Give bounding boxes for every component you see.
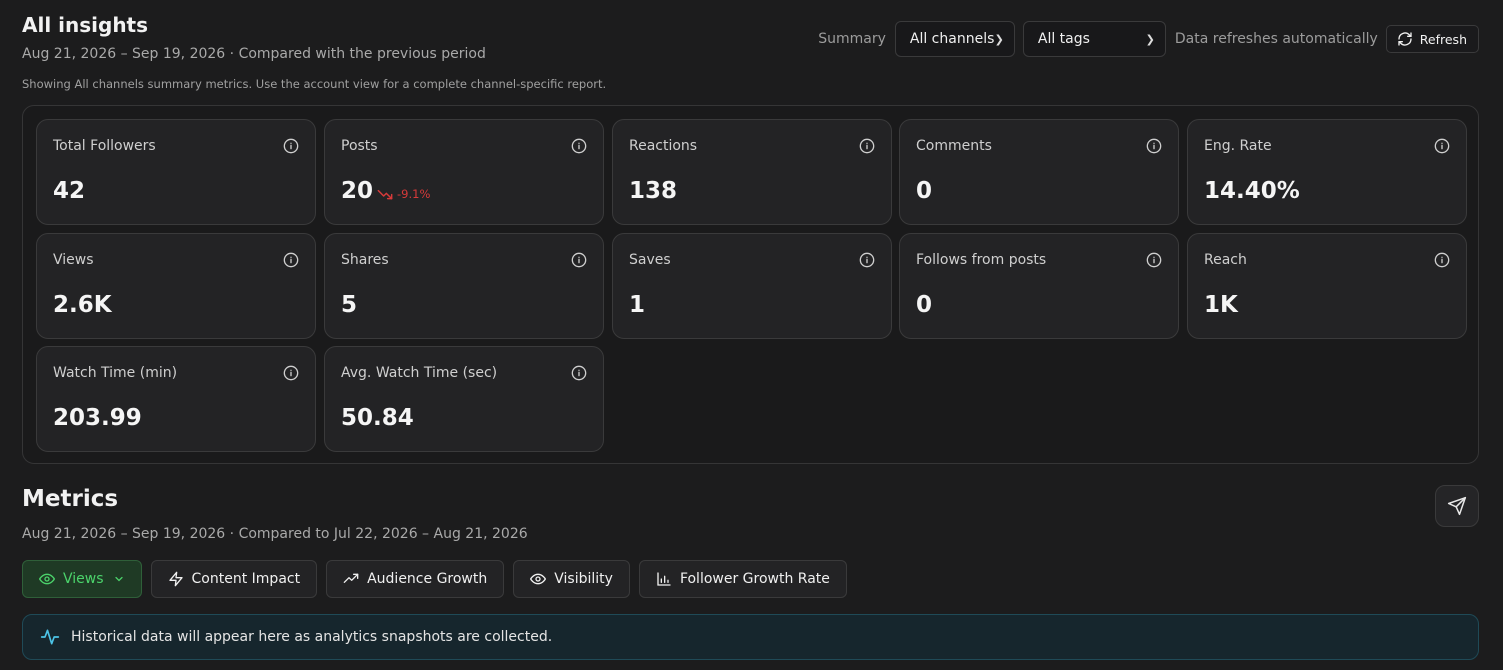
metrics-tabs: Views Content Impact Audience Growth Vis… (22, 560, 856, 598)
chevron-down-icon (114, 576, 123, 582)
delta-badge: -9.1% (377, 187, 430, 201)
card-label: Watch Time (min) (53, 365, 178, 381)
card-label: Reactions (629, 138, 698, 154)
card-value: 20 (341, 178, 374, 204)
card-posts: Posts 20 -9.1% (324, 119, 604, 225)
summary-note: Showing All channels summary metrics. Us… (22, 77, 607, 91)
info-icon[interactable] (283, 138, 299, 154)
summary-panel: Total Followers 42 Posts 20 -9.1% Reacti… (22, 105, 1479, 464)
refresh-button[interactable]: Refresh (1385, 25, 1479, 53)
chevron-down-icon: ❯ (1145, 32, 1155, 46)
send-button[interactable] (1435, 485, 1479, 527)
metrics-date-range: Aug 21, 2026 – Sep 19, 2026 · Compared t… (22, 526, 528, 542)
info-icon[interactable] (283, 365, 299, 381)
tab-visibility[interactable]: Visibility (513, 560, 630, 598)
tab-label: Visibility (554, 571, 613, 587)
info-icon[interactable] (571, 138, 587, 154)
card-total-followers: Total Followers 42 (36, 119, 316, 225)
card-label: Follows from posts (916, 252, 1047, 268)
card-label: Comments (916, 138, 992, 154)
eye-icon (530, 573, 547, 585)
tab-content-impact[interactable]: Content Impact (150, 560, 318, 598)
tab-label: Content Impact (191, 571, 301, 587)
card-value: 203.99 (53, 405, 142, 431)
card-value: 14.40% (1204, 178, 1300, 204)
card-value: 2.6K (53, 292, 112, 318)
lightning-icon (168, 571, 183, 587)
tab-audience-growth[interactable]: Audience Growth (326, 560, 505, 598)
send-icon (1447, 496, 1467, 516)
banner-text: Historical data will appear here as anal… (71, 629, 553, 645)
card-comments: Comments 0 (899, 119, 1179, 225)
tab-label: Views (63, 571, 104, 587)
metrics-title: Metrics (22, 486, 119, 512)
info-icon[interactable] (571, 252, 587, 268)
header-controls: Summary All channels ❯ All tags ❯ Data r… (818, 21, 1479, 57)
channel-select-value: All channels (909, 31, 995, 47)
card-value: 0 (916, 178, 933, 204)
refresh-icon (1398, 32, 1412, 46)
info-icon[interactable] (859, 138, 875, 154)
info-icon[interactable] (571, 365, 587, 381)
card-saves: Saves 1 (612, 233, 892, 339)
date-range-subtitle: Aug 21, 2026 – Sep 19, 2026 · Compared w… (22, 46, 486, 62)
trending-up-icon (343, 573, 359, 583)
card-eng-rate: Eng. Rate 14.40% (1187, 119, 1467, 225)
info-icon[interactable] (1434, 252, 1450, 268)
card-label: Shares (341, 252, 389, 268)
bar-chart-icon (657, 572, 671, 586)
card-value: 0 (916, 292, 933, 318)
card-value: 5 (341, 292, 358, 318)
card-label: Views (53, 252, 94, 268)
tab-views[interactable]: Views (22, 560, 142, 598)
card-watch-time: Watch Time (min) 203.99 (36, 346, 316, 452)
historical-data-banner: Historical data will appear here as anal… (22, 614, 1479, 660)
chevron-down-icon: ❯ (994, 32, 1004, 46)
tab-label: Follower Growth Rate (679, 571, 830, 587)
card-reach: Reach 1K (1187, 233, 1467, 339)
info-icon[interactable] (859, 252, 875, 268)
refresh-note: Data refreshes automatically (1174, 31, 1378, 47)
trending-down-icon (377, 189, 393, 200)
card-label: Reach (1204, 252, 1247, 268)
card-avg-watch-time: Avg. Watch Time (sec) 50.84 (324, 346, 604, 452)
tab-follower-growth-rate[interactable]: Follower Growth Rate (638, 560, 847, 598)
summary-label: Summary (818, 31, 886, 47)
card-value: 138 (629, 178, 678, 204)
info-icon[interactable] (1146, 138, 1162, 154)
card-value: 42 (53, 178, 86, 204)
activity-icon (40, 629, 60, 645)
card-label: Saves (629, 252, 671, 268)
tag-select-value: All tags (1037, 31, 1090, 47)
info-icon[interactable] (1434, 138, 1450, 154)
card-label: Total Followers (53, 138, 156, 154)
card-label: Avg. Watch Time (sec) (341, 365, 498, 381)
tag-select[interactable]: All tags ❯ (1022, 21, 1166, 57)
card-value: 50.84 (341, 405, 414, 431)
card-follows-from-posts: Follows from posts 0 (899, 233, 1179, 339)
info-icon[interactable] (1146, 252, 1162, 268)
eye-icon (39, 573, 55, 585)
card-value: 1K (1204, 292, 1238, 318)
channel-select[interactable]: All channels ❯ (894, 21, 1015, 57)
card-value: 1 (629, 292, 646, 318)
page-title: All insights (22, 13, 149, 37)
tab-label: Audience Growth (367, 571, 488, 587)
card-label: Posts (341, 138, 378, 154)
card-label: Eng. Rate (1204, 138, 1272, 154)
refresh-label: Refresh (1419, 31, 1467, 47)
card-reactions: Reactions 138 (612, 119, 892, 225)
card-shares: Shares 5 (324, 233, 604, 339)
info-icon[interactable] (283, 252, 299, 268)
delta-value: -9.1% (397, 187, 431, 201)
card-views: Views 2.6K (36, 233, 316, 339)
